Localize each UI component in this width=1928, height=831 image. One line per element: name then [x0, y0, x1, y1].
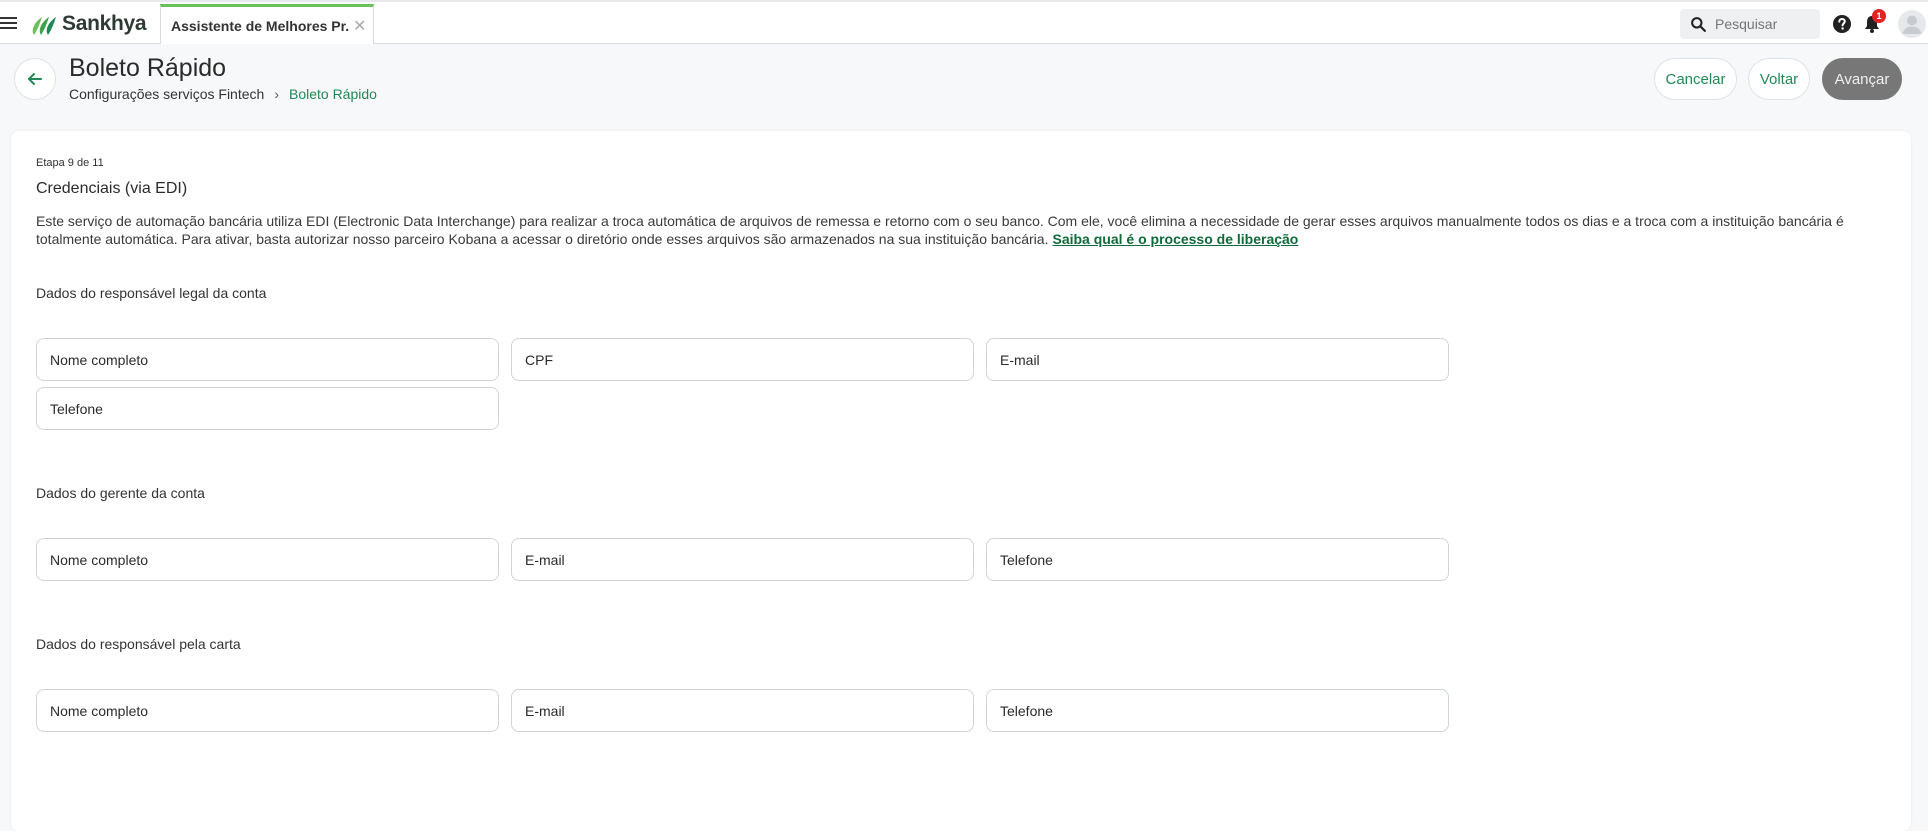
menu-icon[interactable] — [0, 14, 18, 32]
search-box[interactable] — [1680, 9, 1820, 39]
notification-badge: 1 — [1872, 9, 1886, 23]
group-label-manager: Dados do gerente da conta — [36, 485, 205, 501]
help-icon[interactable] — [1832, 14, 1852, 34]
search-icon — [1691, 16, 1706, 32]
liberation-process-link[interactable]: Saiba qual é o processo de liberação — [1052, 231, 1298, 247]
description: Este serviço de automação bancária utili… — [36, 212, 1866, 248]
manager-email-field[interactable] — [511, 538, 974, 581]
search-input[interactable] — [1715, 16, 1815, 32]
group-label-letter: Dados do responsável pela carta — [36, 636, 241, 652]
description-text: Este serviço de automação bancária utili… — [36, 213, 1844, 247]
section-title: Credenciais (via EDI) — [36, 180, 188, 197]
logo[interactable]: Sankhya — [28, 11, 147, 37]
logo-text: Sankhya — [62, 12, 147, 35]
back-button[interactable]: Voltar — [1748, 58, 1810, 100]
step-indicator: Etapa 9 de 11 — [36, 157, 104, 169]
legal-cpf-field[interactable] — [511, 338, 974, 381]
chevron-right-icon: › — [274, 86, 279, 102]
sankhya-logo-icon — [32, 17, 56, 35]
legal-name-field[interactable] — [36, 338, 499, 381]
breadcrumb-current: Boleto Rápido — [288, 86, 377, 102]
close-icon[interactable]: ✕ — [353, 16, 366, 36]
group-label-legal: Dados do responsável legal da conta — [36, 285, 267, 301]
next-button[interactable]: Avançar — [1822, 58, 1902, 100]
manager-name-field[interactable] — [36, 538, 499, 581]
letter-name-field[interactable] — [36, 689, 499, 732]
tab-assistente[interactable]: Assistente de Melhores Pr... ✕ — [160, 4, 374, 44]
cancel-button[interactable]: Cancelar — [1654, 58, 1737, 100]
breadcrumb: Configurações serviços Fintech › Boleto … — [69, 86, 377, 102]
avatar-icon[interactable] — [1898, 10, 1926, 38]
back-arrow-button[interactable] — [14, 58, 56, 100]
top-bar: Sankhya Assistente de Melhores Pr... ✕ 1 — [0, 0, 1928, 44]
tab-label: Assistente de Melhores Pr... — [171, 17, 349, 34]
page-title: Boleto Rápido — [69, 54, 227, 82]
breadcrumb-parent[interactable]: Configurações serviços Fintech — [69, 86, 264, 102]
letter-email-field[interactable] — [511, 689, 974, 732]
manager-phone-field[interactable] — [986, 538, 1449, 581]
legal-phone-field[interactable] — [36, 387, 499, 430]
letter-phone-field[interactable] — [986, 689, 1449, 732]
arrow-left-icon — [28, 73, 42, 85]
legal-email-field[interactable] — [986, 338, 1449, 381]
